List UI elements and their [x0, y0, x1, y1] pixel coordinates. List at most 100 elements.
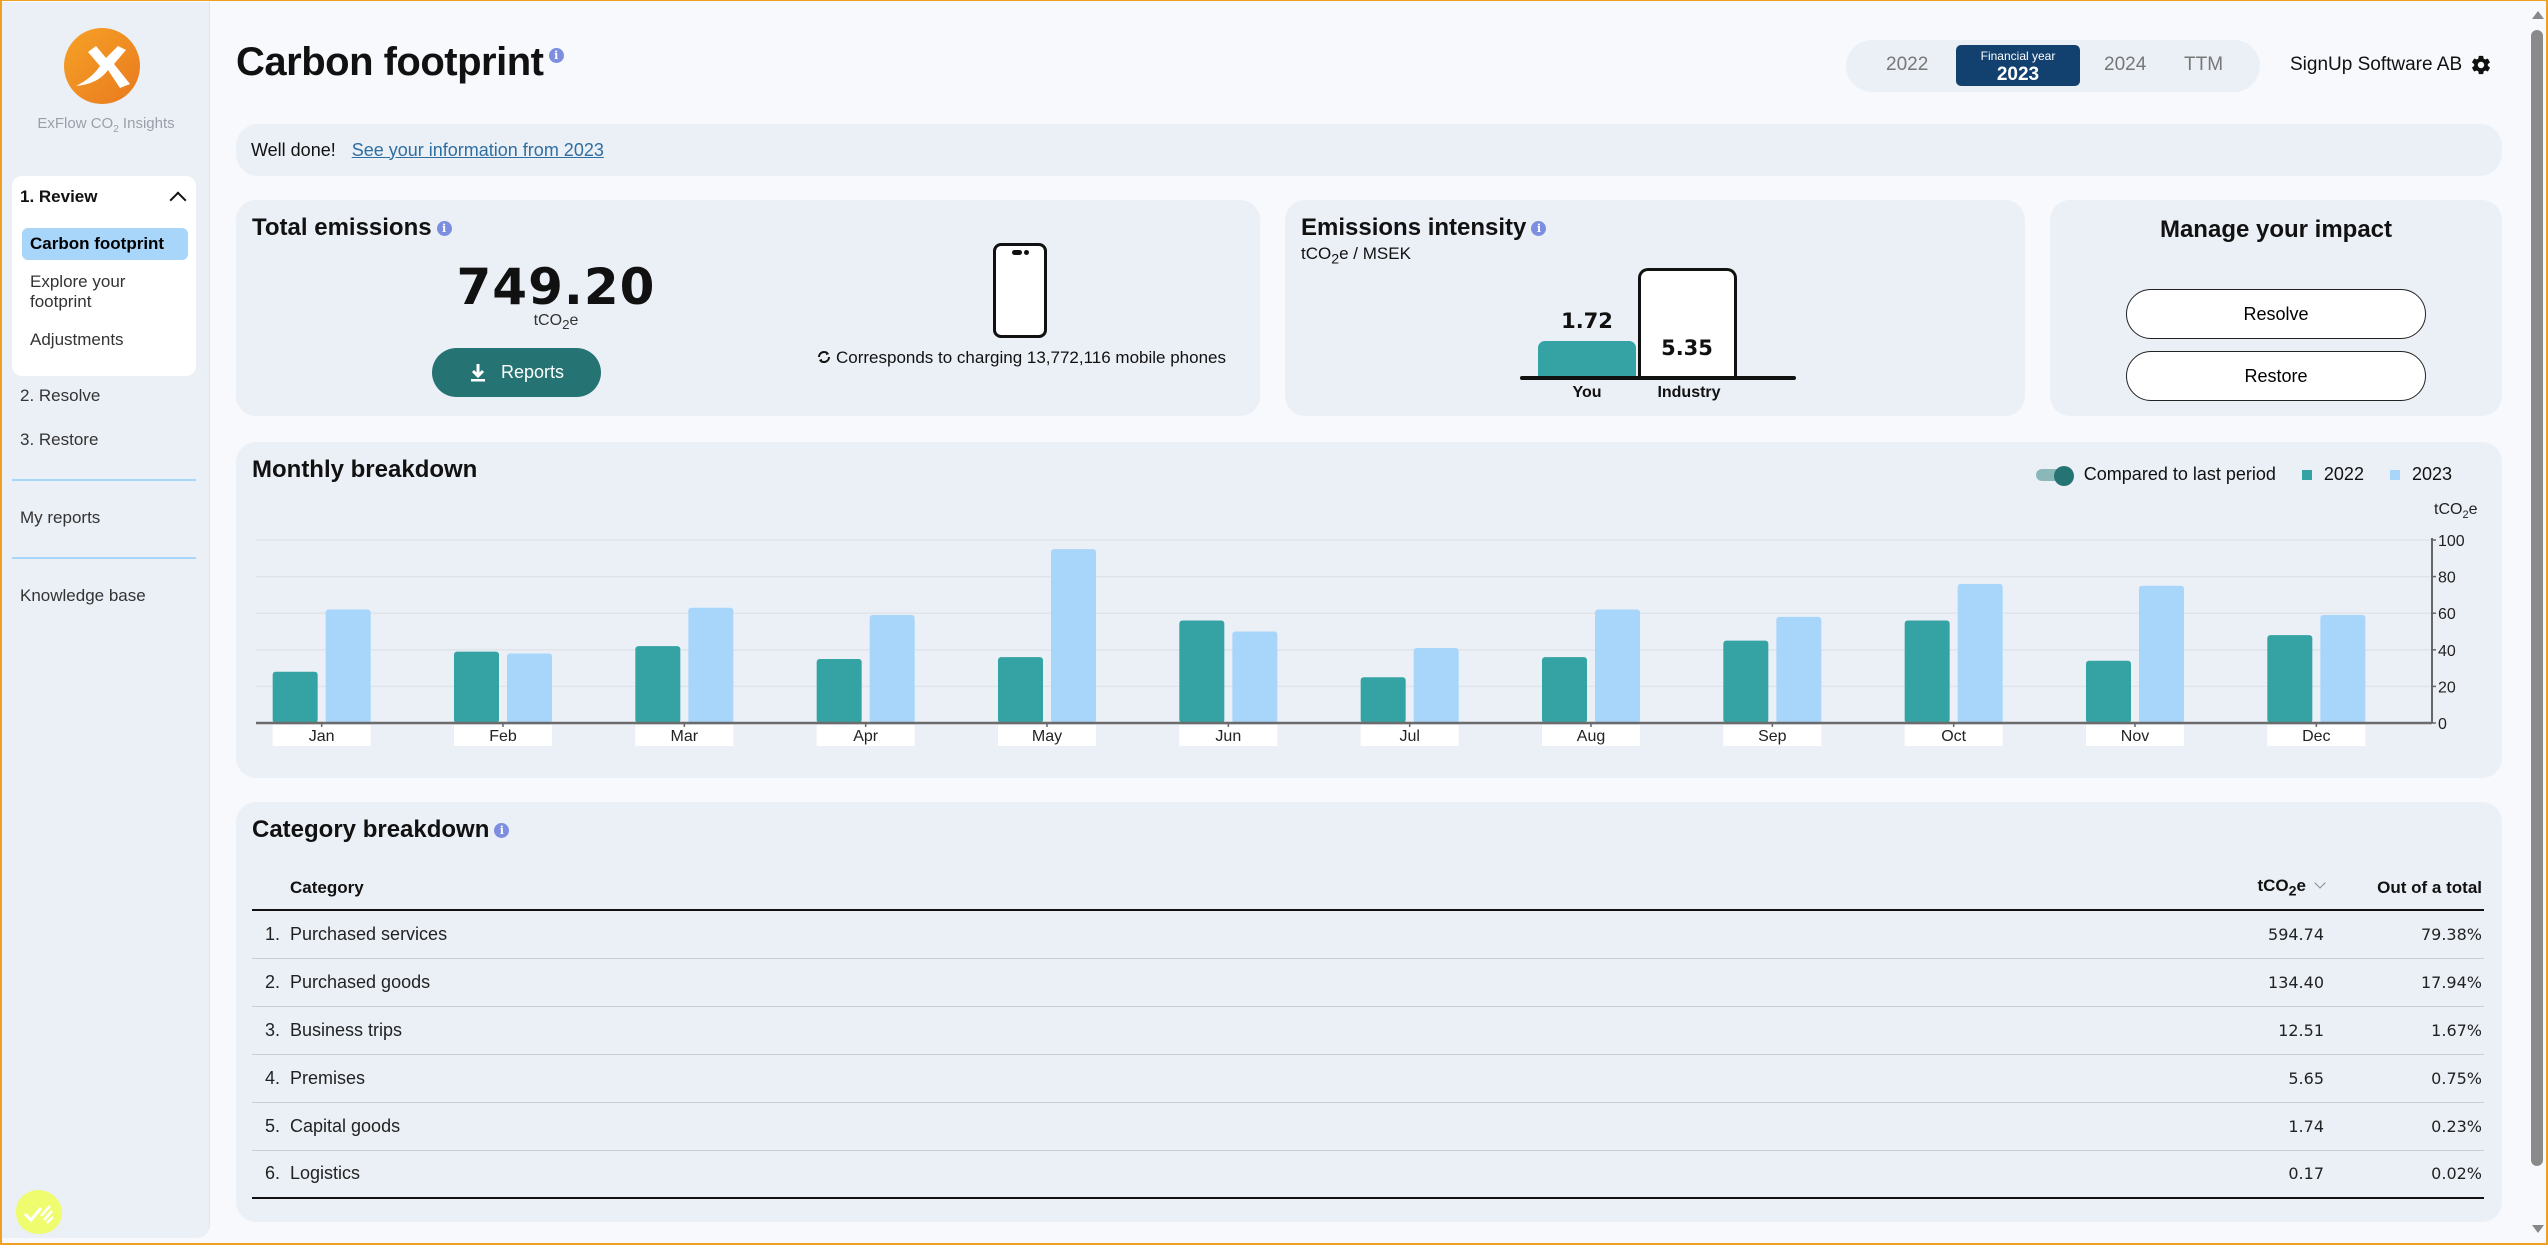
download-icon [470, 363, 485, 381]
bar-2022-jul [1360, 677, 1406, 723]
row-share: 17.94% [2324, 958, 2484, 1007]
table-row[interactable]: 5. Capital goods 1.74 0.23% [252, 1102, 2484, 1151]
bar-2023-aug [1595, 609, 1640, 723]
table-row[interactable]: 4. Premises 5.65 0.75% [252, 1054, 2484, 1103]
card-title-text: Total emissions [252, 214, 432, 241]
year-option-ttm[interactable]: TTM [2184, 54, 2223, 76]
bar-2023-may [1051, 549, 1096, 723]
y-tick-label: 60 [2438, 606, 2456, 623]
sidebar-item-carbon-footprint[interactable]: Carbon footprint [22, 228, 188, 260]
table-row[interactable]: 1. Purchased services 594.74 79.38% [252, 910, 2484, 959]
monthly-breakdown-title: Monthly breakdown [252, 456, 478, 483]
intensity-label-you: You [1572, 384, 1602, 401]
row-index: 1. [252, 910, 290, 959]
year-option-2023-active[interactable]: Financial year 2023 [1956, 45, 2080, 86]
see-information-link[interactable]: See your information from 2023 [352, 140, 604, 161]
bar-2023-feb [507, 653, 552, 723]
y-tick-label: 40 [2438, 643, 2456, 660]
info-icon[interactable]: i [548, 48, 564, 63]
row-index: 4. [252, 1054, 290, 1103]
nav-group-review-header[interactable]: 1. Review [20, 184, 188, 210]
sidebar-item-resolve[interactable]: 2. Resolve [20, 386, 100, 406]
info-icon[interactable]: i [436, 220, 452, 236]
legend-label-2022: 2022 [2323, 464, 2364, 484]
company-name: SignUp Software AB [2290, 54, 2463, 75]
row-tco2e: 1.74 [2124, 1102, 2324, 1151]
sidebar-item-adjustments[interactable]: Adjustments [22, 324, 188, 356]
info-icon[interactable]: i [494, 822, 510, 838]
row-index: 6. [252, 1150, 290, 1199]
intensity-value-industry: 5.35 [1661, 336, 1713, 360]
scrollbar-thumb[interactable] [2531, 30, 2543, 1166]
chevron-up-icon[interactable] [169, 191, 187, 209]
y-tick-label: 0 [2438, 716, 2447, 733]
category-breakdown-card: Category breakdown i Category tCO2e Out … [236, 802, 2502, 1222]
row-tco2e: 0.17 [2124, 1150, 2324, 1199]
intensity-bar-you [1538, 341, 1636, 376]
table-row[interactable]: 6. Logistics 0.17 0.02% [252, 1150, 2484, 1199]
row-share: 0.75% [2324, 1054, 2484, 1103]
row-tco2e: 134.40 [2124, 958, 2324, 1007]
x-tick-label: May [1032, 728, 1062, 745]
table-row[interactable]: 3. Business trips 12.51 1.67% [252, 1006, 2484, 1055]
sort-chevron-icon[interactable] [2314, 877, 2326, 889]
category-column-header: Category [290, 866, 2124, 911]
info-icon[interactable]: i [1531, 220, 1547, 236]
share-column-header: Out of a total [2324, 866, 2484, 911]
scroll-up-arrow-icon[interactable] [2532, 11, 2544, 19]
x-tick-label: Sep [1758, 728, 1787, 745]
page-title: Carbon footprint i [236, 40, 564, 85]
chart-legend: Compared to last period 2022 2023 [2035, 464, 2452, 486]
legend-label-2023: 2023 [2411, 464, 2452, 484]
vertical-scrollbar[interactable] [2529, 2, 2546, 1242]
x-tick-label: Oct [1941, 728, 1966, 745]
year-option-2024[interactable]: 2024 [2104, 54, 2146, 76]
sidebar-item-explore-footprint[interactable]: Explore your footprint [22, 266, 152, 318]
row-category: Capital goods [290, 1102, 2124, 1151]
total-emissions-title: Total emissions i [252, 214, 452, 242]
row-index: 3. [252, 1006, 290, 1055]
row-share: 1.67% [2324, 1006, 2484, 1055]
active-year: 2023 [1996, 64, 2040, 85]
tco2e-column-header[interactable]: tCO2e [2124, 866, 2326, 911]
sidebar: ExFlow CO2 Insights 1. Review Carbon foo… [2, 2, 210, 1238]
scroll-down-arrow-icon[interactable] [2532, 1225, 2544, 1233]
intensity-value-you: 1.72 [1561, 309, 1613, 333]
mobile-phone-icon [993, 243, 1047, 338]
bar-2023-jun [1232, 631, 1278, 723]
year-option-2022[interactable]: 2022 [1886, 54, 1928, 76]
card-title-text: Emissions intensity [1301, 214, 1527, 241]
x-tick-label: Apr [853, 728, 879, 745]
sidebar-item-my-reports[interactable]: My reports [20, 508, 100, 528]
table-row[interactable]: 2. Purchased goods 134.40 17.94% [252, 958, 2484, 1007]
total-emissions-unit: tCO2e [533, 312, 579, 333]
reports-button[interactable]: Reports [432, 348, 601, 397]
bar-2022-may [998, 657, 1043, 723]
bar-2023-sep [1776, 616, 1822, 723]
company-selector[interactable]: SignUp Software AB [2290, 54, 2492, 76]
x-tick-label: Jul [1399, 728, 1419, 745]
total-emissions-value: 749.20 [456, 258, 656, 316]
gear-icon[interactable] [2470, 54, 2492, 76]
row-index: 5. [252, 1102, 290, 1151]
sidebar-divider [12, 557, 196, 559]
resolve-button[interactable]: Resolve [2126, 289, 2426, 339]
y-tick-label: 80 [2438, 570, 2456, 587]
row-tco2e: 5.65 [2124, 1054, 2324, 1103]
exflow-logo-icon[interactable] [62, 26, 142, 106]
row-share: 0.02% [2324, 1150, 2484, 1199]
monthly-chart: 0 20 40 60 80 100 tCO2e Jan Feb Mar Apr May Jun Jul Au… [256, 501, 2478, 746]
bar-2022-dec [2267, 635, 2313, 723]
sidebar-item-restore[interactable]: 3. Restore [20, 430, 98, 450]
chat-widget-button[interactable] [16, 1190, 62, 1234]
restore-button[interactable]: Restore [2126, 351, 2426, 401]
banner-text: Well done! [251, 139, 336, 160]
bar-2023-nov [2139, 585, 2184, 723]
refresh-icon[interactable] [816, 350, 832, 364]
row-tco2e: 12.51 [2124, 1006, 2324, 1055]
bar-2022-apr [816, 658, 862, 723]
sidebar-item-knowledge-base[interactable]: Knowledge base [20, 586, 146, 606]
compare-toggle[interactable] [2035, 465, 2074, 486]
emissions-intensity-title: Emissions intensity i [1301, 214, 1547, 242]
bar-2023-jan [325, 609, 371, 723]
